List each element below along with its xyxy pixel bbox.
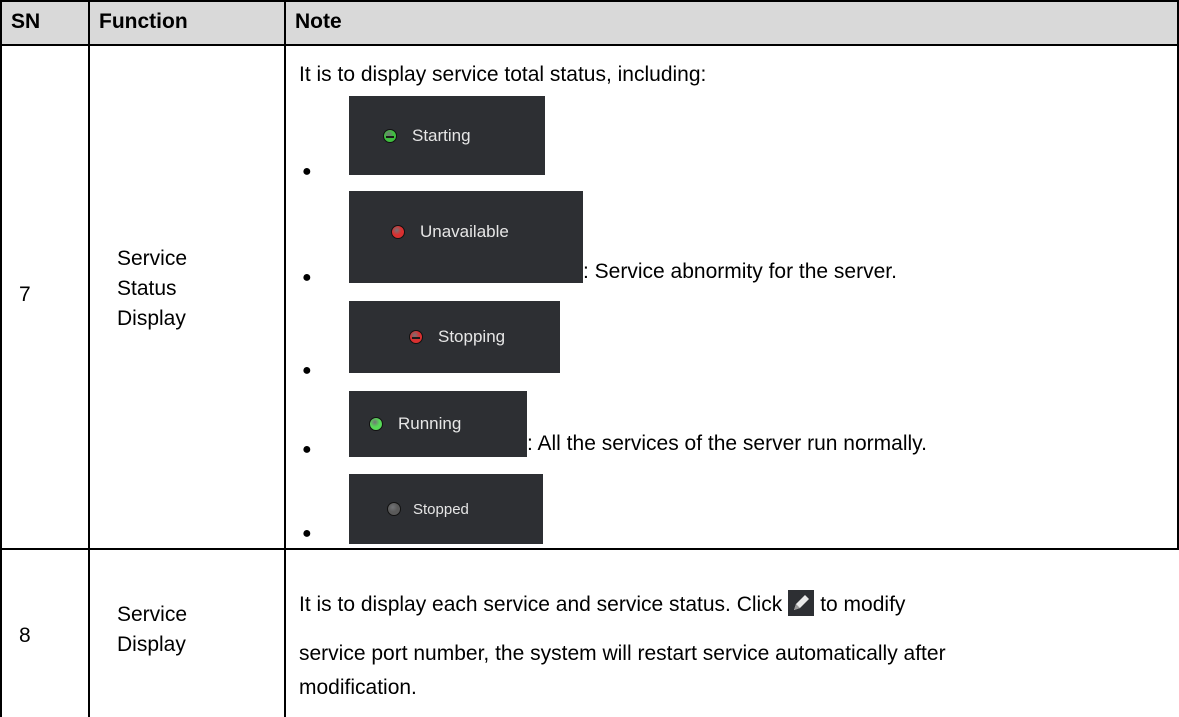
function-table: SN Function Note 7 Service Status Displa… — [0, 0, 1179, 717]
table-header-row: SN Function Note — [0, 0, 1179, 44]
bullet-icon: ● — [302, 362, 312, 379]
status-badge-stopping: Stopping — [349, 301, 560, 373]
note-cell: It is to display each service and servic… — [286, 550, 1177, 717]
table-border — [0, 0, 1179, 2]
minus-dot-icon — [383, 128, 397, 143]
table-border — [0, 0, 2, 717]
function-cell: Service Display — [90, 550, 284, 717]
function-line: Display — [117, 307, 186, 330]
table-border — [284, 0, 286, 717]
note-text: It is to display each service and servic… — [299, 593, 783, 616]
table-row: 8 Service Display It is to display each … — [0, 550, 1179, 717]
header-note: Note — [295, 10, 342, 33]
sn-value: 8 — [19, 624, 31, 647]
bullet-icon: ● — [302, 525, 312, 542]
status-badge-stopped: Stopped — [349, 474, 543, 544]
note-line: It is to display each service and servic… — [299, 590, 905, 617]
minus-dot-icon — [409, 330, 423, 344]
function-line: Service — [117, 603, 188, 626]
function-line: Display — [117, 633, 186, 656]
function-name: Service Display — [117, 600, 277, 660]
header-sn: SN — [11, 10, 41, 33]
function-line: Service — [117, 247, 188, 270]
table-border — [0, 44, 1179, 46]
status-label: Unavailable — [420, 222, 509, 241]
edit-pencil-icon[interactable] — [788, 590, 815, 616]
dot-icon — [369, 417, 383, 431]
status-label: Running — [398, 414, 462, 433]
note-line: service port number, the system will res… — [299, 642, 946, 665]
status-badge-running: Running — [349, 391, 527, 457]
status-description: : Service abnormity for the server. — [583, 260, 897, 283]
status-label: Stopped — [413, 500, 469, 518]
sn-value: 7 — [19, 283, 31, 306]
function-cell: Service Status Display — [90, 46, 284, 548]
bullet-icon: ● — [302, 269, 312, 286]
table-border — [0, 548, 1179, 550]
function-line: Status — [117, 277, 177, 300]
note-text: to modify — [820, 593, 906, 616]
table-row: 7 Service Status Display It is to displa… — [0, 46, 1179, 548]
function-name: Service Status Display — [117, 244, 277, 334]
sn-cell: 7 — [2, 46, 88, 548]
header-function: Function — [99, 10, 188, 33]
dot-icon — [391, 225, 405, 239]
sn-cell: 8 — [2, 550, 88, 717]
note-cell: It is to display service total status, i… — [286, 46, 1177, 548]
status-description: : All the services of the server run nor… — [527, 432, 927, 455]
status-label: Stopping — [438, 327, 506, 346]
status-badge-unavailable: Unavailable — [349, 191, 583, 283]
status-label: Starting — [412, 125, 471, 145]
dot-icon — [387, 502, 401, 516]
table-border — [88, 0, 90, 717]
note-line: modification. — [299, 676, 417, 699]
note-intro: It is to display service total status, i… — [299, 63, 707, 86]
bullet-icon: ● — [302, 441, 312, 458]
bullet-icon: ● — [302, 163, 312, 180]
status-badge-starting: Starting — [349, 96, 545, 175]
